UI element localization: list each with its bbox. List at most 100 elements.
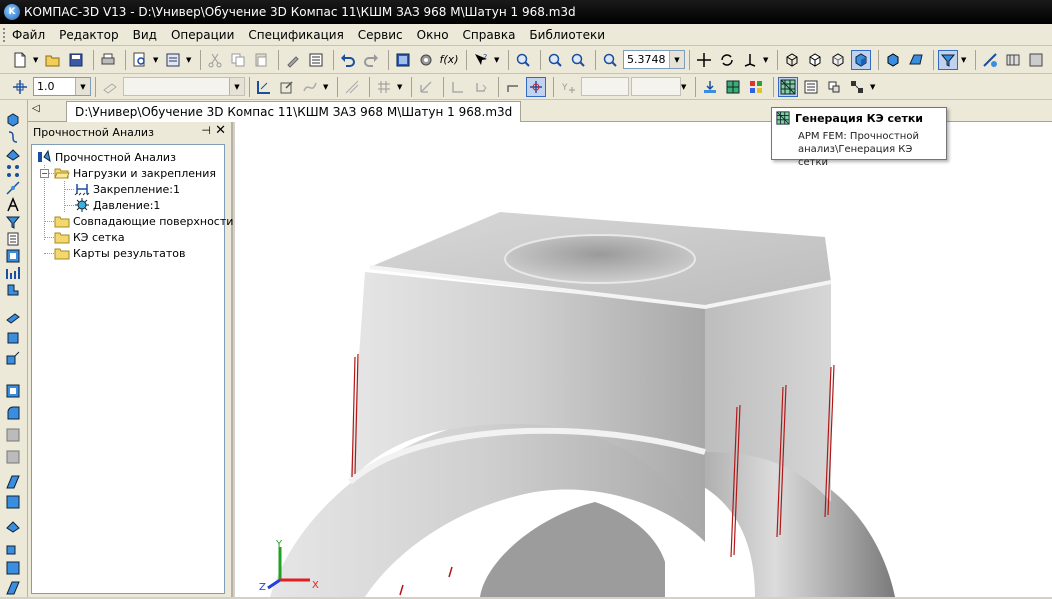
step-value-combo[interactable]: 1.0 ▼ (33, 77, 91, 96)
layer-button[interactable] (100, 77, 120, 97)
mesh-settings-button[interactable] (801, 77, 821, 97)
compact-solid-button[interactable] (5, 112, 23, 128)
extra-tool-button[interactable] (1026, 50, 1046, 70)
compact-reports-button[interactable] (5, 248, 23, 264)
help-dropdown-arrow[interactable]: ▼ (494, 50, 501, 70)
compact-aux-button[interactable] (5, 180, 23, 196)
library-button[interactable] (1003, 50, 1023, 70)
perspective-button[interactable] (906, 50, 926, 70)
layer-combo[interactable]: ▼ (123, 77, 245, 96)
tree-panel-button[interactable] (393, 50, 413, 70)
compact-extrude-button[interactable] (5, 310, 23, 326)
generate-fe-mesh-button[interactable] (778, 76, 798, 97)
edit-in-place-button[interactable] (277, 77, 297, 97)
compact-surface-button[interactable] (5, 146, 23, 162)
properties-button[interactable] (163, 50, 183, 70)
paste-button[interactable] (251, 50, 271, 70)
rotate-button[interactable] (717, 50, 737, 70)
manager-button[interactable] (416, 50, 436, 70)
coords-dropdown-arrow[interactable]: ▼ (681, 77, 688, 97)
tree-collapse-icon[interactable]: − (40, 169, 49, 178)
step-cursor-button[interactable] (10, 77, 30, 97)
thin-hidden-lines-button[interactable] (828, 50, 848, 70)
compact-chamfer-button[interactable] (5, 427, 23, 443)
compact-spec-button[interactable] (5, 231, 23, 247)
compact-cut-button[interactable] (5, 383, 23, 399)
compact-sheet-button[interactable] (5, 282, 23, 298)
pin-icon[interactable]: ⊣ (201, 124, 211, 137)
menu-libraries[interactable]: Библиотеки (529, 28, 605, 42)
compact-shell-button[interactable] (5, 449, 23, 465)
menu-file[interactable]: Файл (12, 28, 45, 42)
round-button[interactable] (503, 77, 523, 97)
menu-editor[interactable]: Редактор (59, 28, 118, 42)
menu-specification[interactable]: Спецификация (248, 28, 343, 42)
selection-filter-button[interactable] (938, 49, 958, 70)
tree-node-loads[interactable]: Нагрузки и закрепления (54, 165, 216, 181)
coord-x-field[interactable] (581, 77, 629, 96)
document-tab[interactable]: D:\Универ\Обучение 3D Компас 11\КШМ ЗАЗ … (66, 101, 522, 122)
menu-view[interactable]: Вид (133, 28, 157, 42)
preview-button[interactable] (130, 50, 150, 70)
zoom-value-combo[interactable]: 5.3748 ▼ (623, 50, 685, 69)
grid-dropdown-arrow[interactable]: ▼ (397, 77, 404, 97)
properties-dropdown-arrow[interactable]: ▼ (186, 50, 193, 70)
menu-window[interactable]: Окно (417, 28, 449, 42)
model-viewport[interactable]: Y X Z (235, 122, 1052, 597)
tree-node-pressure[interactable]: Давление:1 (74, 197, 160, 213)
step-combo-arrow[interactable]: ▼ (75, 78, 90, 95)
tree-node-root[interactable]: Прочностной Анализ (36, 149, 176, 165)
compact-filters-button[interactable] (5, 214, 23, 230)
calculation-button[interactable] (824, 77, 844, 97)
print-button[interactable] (98, 50, 118, 70)
snap-button[interactable] (471, 77, 491, 97)
grid-button[interactable] (374, 77, 394, 97)
spec-object-button[interactable] (306, 50, 326, 70)
undo-button[interactable] (338, 50, 358, 70)
compact-split-button[interactable] (5, 560, 23, 576)
tree-node-matching-surfaces[interactable]: Совпадающие поверхности (54, 213, 233, 229)
fem-mesh-small-button[interactable] (723, 77, 743, 97)
curve-button[interactable] (300, 77, 320, 97)
redo-button[interactable] (361, 50, 381, 70)
shaded-edges-button[interactable] (883, 50, 903, 70)
orto-button[interactable] (448, 77, 468, 97)
snap-global-button[interactable] (526, 76, 546, 97)
fem-results-button[interactable] (746, 77, 766, 97)
open-button[interactable] (43, 50, 63, 70)
hatch-button[interactable] (342, 77, 362, 97)
tree-node-fe-mesh[interactable]: КЭ сетка (54, 229, 125, 245)
coordinates-button[interactable]: Y (558, 77, 578, 97)
measure-button[interactable] (980, 50, 1000, 70)
shaded-button[interactable] (851, 49, 871, 70)
compact-curves-button[interactable] (5, 129, 23, 145)
zoom-in-button[interactable] (545, 50, 565, 70)
zoom-out-button[interactable] (568, 50, 588, 70)
cut-button[interactable] (205, 50, 225, 70)
new-document-button[interactable] (10, 50, 30, 70)
menu-service[interactable]: Сервис (358, 28, 403, 42)
compact-rotate-button[interactable] (5, 330, 23, 346)
wireframe-button[interactable] (782, 50, 802, 70)
curve-dropdown-arrow[interactable]: ▼ (323, 77, 330, 97)
compact-arrays-button[interactable] (5, 163, 23, 179)
compact-mirror-button[interactable] (5, 540, 23, 556)
kompas-app-icon[interactable]: K (4, 4, 20, 20)
tabs-scroll-left-icon[interactable]: ◁ (32, 103, 40, 114)
compact-dimensions-button[interactable] (5, 197, 23, 213)
compact-rib-button[interactable] (5, 474, 23, 490)
orientation-button[interactable] (740, 50, 760, 70)
save-button[interactable] (66, 50, 86, 70)
format-painter-button[interactable] (283, 50, 303, 70)
orientation-dropdown-arrow[interactable]: ▼ (763, 50, 770, 70)
sketch-button[interactable] (254, 77, 274, 97)
zoom-window-button[interactable] (513, 50, 533, 70)
menu-help[interactable]: Справка (463, 28, 516, 42)
compact-draft-button[interactable] (5, 494, 23, 510)
menu-operations[interactable]: Операции (171, 28, 234, 42)
compact-measure-button[interactable] (5, 265, 23, 281)
coord-y-field[interactable] (631, 77, 681, 96)
variables-button[interactable]: f(x) (439, 50, 459, 70)
compact-section-button[interactable] (5, 518, 23, 534)
zoom-combo-arrow[interactable]: ▼ (669, 51, 684, 68)
